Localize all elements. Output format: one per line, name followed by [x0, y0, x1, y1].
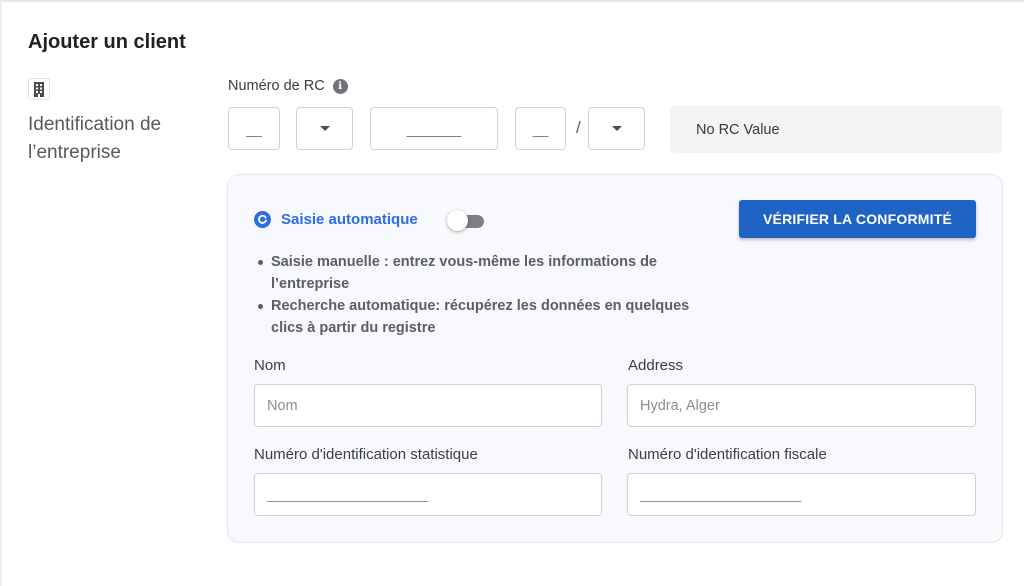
refresh-icon: [254, 211, 271, 228]
nis-label: Numéro d'identification statistique: [254, 446, 478, 463]
rc-field-4[interactable]: [515, 107, 566, 150]
address-label: Address: [628, 357, 684, 374]
rc-label-text: Numéro de RC: [228, 78, 325, 94]
nom-input[interactable]: [254, 384, 602, 427]
bullet-automatic: Recherche automatique: récupérez les don…: [256, 295, 716, 339]
nif-label: Numéro d'identification fiscale: [628, 446, 827, 463]
section-label: Identification de l’entreprise: [28, 114, 162, 163]
caret-down-icon: [319, 126, 330, 131]
auto-entry-toggle[interactable]: [447, 210, 484, 232]
nif-input[interactable]: [627, 473, 976, 516]
auto-entry-row: Saisie automatique: [254, 211, 418, 228]
nom-label: Nom: [254, 357, 286, 374]
bullet-manual: Saisie manuelle : entrez vous-même les i…: [256, 251, 716, 295]
toggle-knob: [447, 210, 468, 231]
address-input[interactable]: [627, 384, 976, 427]
auto-entry-label: Saisie automatique: [281, 211, 418, 228]
nis-input[interactable]: [254, 473, 602, 516]
building-icon: [28, 78, 50, 100]
verify-compliance-button[interactable]: VÉRIFIER LA CONFORMITÉ: [739, 200, 976, 238]
rc-select-2[interactable]: [588, 107, 645, 150]
rc-value-display: No RC Value: [670, 106, 1002, 153]
caret-down-icon: [611, 126, 622, 131]
page-title: Ajouter un client: [28, 31, 186, 53]
rc-select-1[interactable]: [296, 107, 353, 150]
rc-separator: /: [576, 118, 581, 137]
rc-field-1[interactable]: [228, 107, 280, 150]
rc-field-3[interactable]: [370, 107, 498, 150]
info-bullets: Saisie manuelle : entrez vous-même les i…: [256, 251, 716, 339]
info-icon[interactable]: i: [332, 78, 348, 94]
rc-label: Numéro de RC i: [228, 78, 348, 94]
